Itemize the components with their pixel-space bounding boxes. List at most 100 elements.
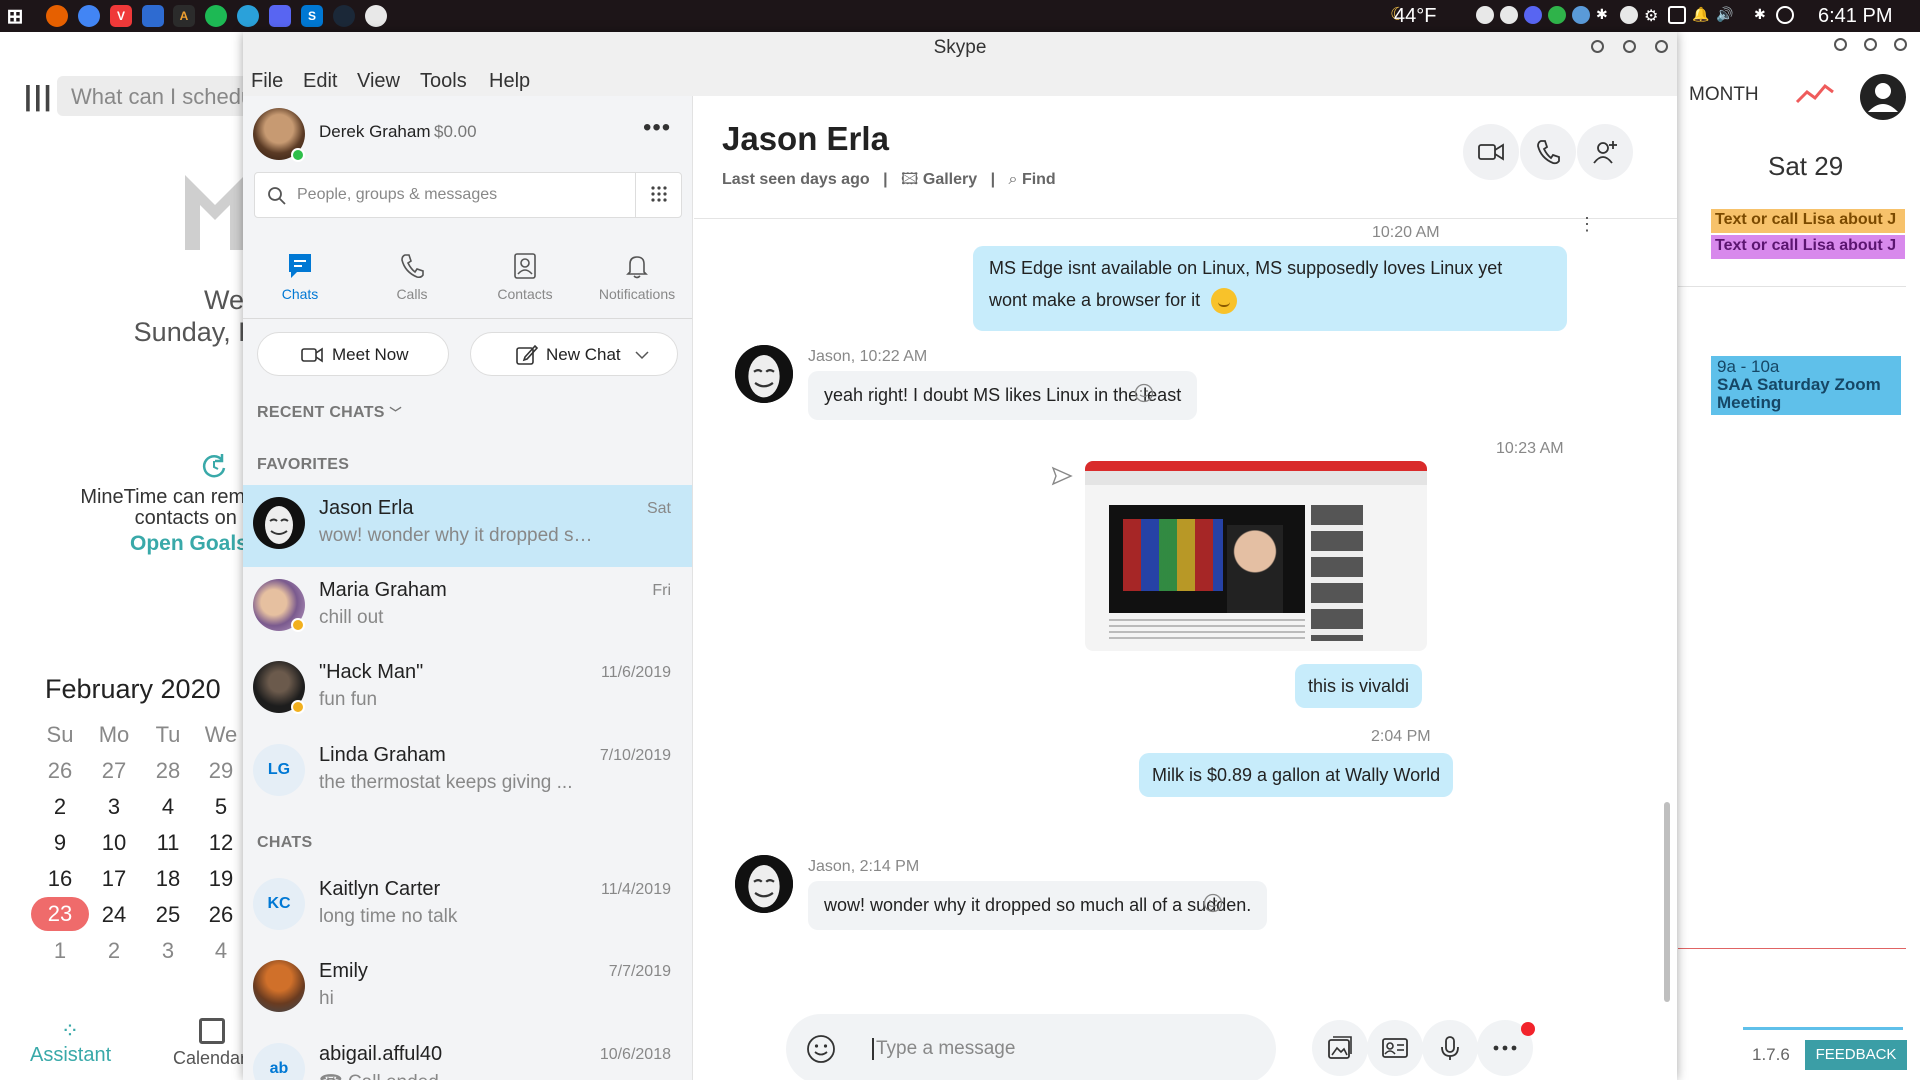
calendar-day[interactable]: 11 bbox=[143, 830, 193, 856]
calendar-day[interactable]: 2 bbox=[35, 794, 85, 820]
window-control-button[interactable] bbox=[1864, 38, 1877, 51]
power-icon[interactable] bbox=[1776, 6, 1794, 24]
profile-name[interactable]: Derek Graham bbox=[319, 122, 430, 142]
calendar-day[interactable]: 9 bbox=[35, 830, 85, 856]
calendar-day[interactable]: 3 bbox=[89, 794, 139, 820]
chat-item[interactable]: KC Kaitlyn Carter long time no talk 11/4… bbox=[243, 866, 692, 948]
contact-avatar[interactable] bbox=[735, 855, 793, 913]
message-input[interactable]: Type a message bbox=[786, 1014, 1276, 1080]
feedback-button[interactable]: FEEDBACK bbox=[1805, 1040, 1907, 1070]
account-avatar-icon[interactable] bbox=[1858, 72, 1908, 122]
tray-icon[interactable] bbox=[1620, 6, 1638, 24]
menu-file[interactable]: File bbox=[251, 70, 283, 93]
document-app-icon[interactable] bbox=[142, 5, 164, 27]
tray-icon[interactable] bbox=[1572, 6, 1590, 24]
people-search-input[interactable]: People, groups & messages bbox=[254, 172, 682, 218]
maximize-button[interactable] bbox=[1623, 40, 1636, 53]
tab-notifications[interactable]: Notifications bbox=[581, 246, 692, 308]
incoming-message[interactable]: wow! wonder why it dropped so much all o… bbox=[808, 881, 1268, 930]
skype-credit[interactable]: $0.00 bbox=[434, 122, 477, 142]
calendar-day[interactable]: 25 bbox=[143, 902, 193, 928]
new-chat-button[interactable]: New Chat bbox=[470, 332, 678, 376]
outgoing-message[interactable]: MS Edge isnt available on Linux, MS supp… bbox=[973, 246, 1567, 331]
add-participant-button[interactable] bbox=[1577, 124, 1633, 180]
calendar-day[interactable]: 26 bbox=[35, 758, 85, 784]
calendar-day[interactable]: 23 bbox=[31, 897, 89, 931]
open-goals-link[interactable]: Open Goals bbox=[130, 532, 248, 556]
chat-item[interactable]: Emily hi 7/7/2019 bbox=[243, 948, 692, 1030]
contact-avatar[interactable] bbox=[735, 345, 793, 403]
calendar-day[interactable]: 4 bbox=[196, 938, 246, 964]
find-link[interactable]: ⌕ Find bbox=[1009, 171, 1056, 188]
calendar-day[interactable]: 5 bbox=[196, 794, 246, 820]
emoji-icon[interactable] bbox=[806, 1034, 836, 1064]
telegram-icon[interactable] bbox=[237, 5, 259, 27]
tab-calls[interactable]: Calls bbox=[356, 246, 468, 308]
more-options-icon[interactable]: ••• bbox=[643, 114, 671, 142]
close-button[interactable] bbox=[1655, 40, 1668, 53]
menu-edit[interactable]: Edit bbox=[303, 70, 337, 93]
more-input-options-button[interactable] bbox=[1477, 1020, 1535, 1076]
calendar-day[interactable]: 27 bbox=[89, 758, 139, 784]
window-control-button[interactable] bbox=[1894, 38, 1907, 51]
calendar-day[interactable]: 29 bbox=[196, 758, 246, 784]
discord-tray-icon[interactable] bbox=[1524, 6, 1542, 24]
firefox-icon[interactable] bbox=[46, 5, 68, 27]
menu-view[interactable]: View bbox=[357, 70, 400, 93]
trend-icon[interactable] bbox=[1795, 82, 1835, 106]
calendar-tab[interactable]: Calendar bbox=[173, 1018, 246, 1069]
menu-tools[interactable]: Tools bbox=[420, 70, 467, 93]
shared-image[interactable] bbox=[1085, 461, 1427, 651]
calendar-day[interactable]: 28 bbox=[143, 758, 193, 784]
recent-chats-header[interactable]: RECENT CHATS ﹀ bbox=[257, 404, 402, 422]
menu-help[interactable]: Help bbox=[489, 70, 530, 93]
check-tray-icon[interactable] bbox=[1548, 6, 1566, 24]
calendar-day[interactable]: 1 bbox=[35, 938, 85, 964]
tray-icon[interactable] bbox=[1500, 6, 1518, 24]
calendar-day[interactable]: 10 bbox=[89, 830, 139, 856]
assistant-tab[interactable]: ⁘ Assistant bbox=[30, 1018, 111, 1067]
screen-icon[interactable] bbox=[1668, 6, 1686, 24]
send-media-button[interactable] bbox=[1312, 1020, 1368, 1076]
calendar-day[interactable]: 12 bbox=[196, 830, 246, 856]
meeting-event[interactable]: 9a - 10a SAA Saturday Zoom Meeting bbox=[1711, 356, 1901, 415]
calendar-day[interactable]: 3 bbox=[143, 938, 193, 964]
calendar-day[interactable]: 17 bbox=[89, 866, 139, 892]
chat-item[interactable]: LG Linda Graham the thermostat keeps giv… bbox=[243, 732, 692, 814]
app-icon[interactable] bbox=[365, 5, 387, 27]
forward-icon[interactable] bbox=[1051, 466, 1073, 486]
conversation-title[interactable]: Jason Erla bbox=[722, 120, 889, 158]
message-options-icon[interactable]: ⋮ bbox=[1578, 215, 1596, 233]
video-call-button[interactable] bbox=[1463, 124, 1519, 180]
ide-app-icon[interactable]: A bbox=[173, 5, 195, 27]
calendar-day[interactable]: 26 bbox=[196, 902, 246, 928]
bluetooth-icon[interactable]: ✱ bbox=[1754, 6, 1772, 24]
voice-message-button[interactable] bbox=[1422, 1020, 1478, 1076]
steam-icon[interactable] bbox=[333, 5, 355, 27]
volume-icon[interactable]: 🔊 bbox=[1716, 6, 1734, 24]
hamburger-menu-icon[interactable]: ||| bbox=[24, 80, 54, 112]
view-month-button[interactable]: MONTH bbox=[1689, 84, 1759, 106]
gallery-link[interactable]: 🖾 Gallery bbox=[901, 171, 977, 188]
discord-icon[interactable] bbox=[269, 5, 291, 27]
minimize-button[interactable] bbox=[1591, 40, 1604, 53]
calendar-day[interactable]: 18 bbox=[143, 866, 193, 892]
schedule-search-input[interactable]: What can I schedule? bbox=[57, 76, 257, 116]
chat-item[interactable]: Maria Graham chill out Fri bbox=[243, 567, 692, 649]
calendar-event[interactable]: Text or call Lisa about J bbox=[1711, 235, 1905, 259]
dialpad-button[interactable] bbox=[635, 173, 681, 217]
spotify-icon[interactable] bbox=[205, 5, 227, 27]
calendar-day[interactable]: 24 bbox=[89, 902, 139, 928]
chat-item[interactable]: Jason Erla wow! wonder why it dropped so… bbox=[243, 485, 692, 567]
outgoing-message[interactable]: this is vivaldi bbox=[1295, 664, 1423, 708]
settings-icon[interactable]: ⚙ bbox=[1644, 6, 1662, 25]
tab-chats[interactable]: Chats bbox=[244, 246, 356, 308]
tray-icon[interactable] bbox=[1476, 6, 1494, 24]
scrollbar[interactable] bbox=[1664, 802, 1670, 1002]
bluetooth-icon[interactable]: ✱ bbox=[1596, 6, 1614, 24]
meet-now-button[interactable]: Meet Now bbox=[257, 332, 449, 376]
chat-item[interactable]: "Hack Man" fun fun 11/6/2019 bbox=[243, 649, 692, 731]
skype-taskbar-icon[interactable]: S bbox=[301, 5, 323, 27]
calendar-day[interactable]: 19 bbox=[196, 866, 246, 892]
vivaldi-icon[interactable]: V bbox=[110, 5, 132, 27]
